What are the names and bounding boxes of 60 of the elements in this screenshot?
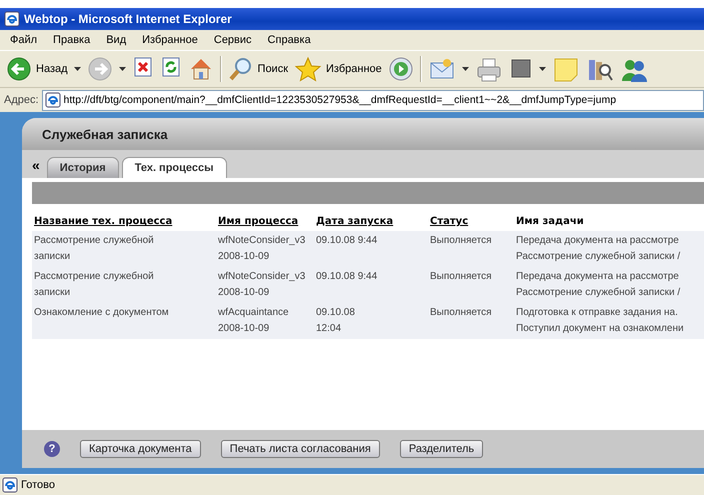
dropdown-arrow-icon[interactable] bbox=[462, 67, 469, 71]
panel-title: Служебная записка bbox=[42, 126, 168, 142]
table-cell-text: 09.10.08 9:44 bbox=[316, 234, 378, 248]
column-header[interactable]: Статус bbox=[428, 214, 514, 231]
table-cell-text: wfNoteConsider_v3 bbox=[218, 234, 306, 248]
table-cell-text: 12:04 bbox=[316, 322, 342, 336]
table-cell-text: Рассмотрение служебной bbox=[34, 270, 155, 284]
menu-item[interactable]: Файл bbox=[2, 34, 46, 46]
table-cell-text: wfAcquaintance bbox=[218, 306, 290, 320]
star-button[interactable]: Избранное bbox=[294, 56, 382, 82]
printer-icon[interactable] bbox=[474, 56, 503, 82]
menu-item[interactable]: Правка bbox=[45, 34, 98, 46]
address-text: http://dft/btg/component/main?__dmfClientId=1223530527953&__dmfRequestId=__client1~~2&__dmfJumpType=jump bbox=[64, 94, 616, 106]
menu-item[interactable]: Вид bbox=[98, 34, 134, 46]
table-cell-text: Выполняется bbox=[430, 234, 492, 248]
table-cell-text: Рассмотрение служебной записки / bbox=[516, 286, 682, 300]
media-icon[interactable] bbox=[388, 56, 414, 82]
search-button[interactable]: Поиск bbox=[228, 56, 288, 82]
table-cell-text: Передача документа на рассмотре bbox=[516, 270, 680, 284]
table-cell-text: Передача документа на рассмотре bbox=[516, 234, 680, 248]
table-cell-text: 2008-10-09 bbox=[218, 286, 270, 300]
column-header: Имя задачи bbox=[514, 214, 704, 231]
dropdown-arrow-icon[interactable] bbox=[538, 67, 546, 71]
action-button[interactable]: Карточка документа bbox=[80, 440, 201, 458]
collapse-button[interactable]: « bbox=[28, 157, 44, 178]
table-cell-text: Подготовка к отправке задания на. bbox=[516, 306, 679, 320]
table-cell-text: 2008-10-09 bbox=[218, 250, 270, 264]
status-text: Готово bbox=[21, 479, 55, 491]
table-cell-text: записки bbox=[34, 250, 72, 264]
page-icon bbox=[44, 92, 61, 108]
table-cell-text: 09.10.08 9:44 bbox=[316, 270, 378, 284]
table-cell-text: Выполняется bbox=[430, 306, 492, 320]
table-cell-text: 09.10.08 bbox=[316, 306, 356, 320]
table-cell-text: 2008-10-09 bbox=[218, 322, 270, 336]
table-cell-text: записки bbox=[34, 286, 72, 300]
address-label: Адрес: bbox=[4, 94, 39, 106]
dropdown-arrow-icon[interactable] bbox=[74, 67, 81, 71]
table-cell-text: Рассмотрение служебной bbox=[34, 234, 155, 248]
tab[interactable]: Тех. процессы bbox=[122, 157, 227, 178]
action-button[interactable]: Разделитель bbox=[400, 440, 484, 458]
browser-icon bbox=[4, 11, 20, 27]
tab[interactable]: История bbox=[46, 157, 119, 178]
back-arrow-button[interactable]: Назад bbox=[6, 56, 68, 82]
page-icon bbox=[2, 477, 18, 493]
menu-item[interactable]: Сервис bbox=[206, 34, 260, 46]
column-header[interactable]: Название тех. процесса bbox=[32, 214, 216, 231]
table-cell-text: Выполняется bbox=[430, 270, 492, 284]
help-button[interactable]: ? bbox=[44, 441, 60, 457]
menu-item[interactable]: Избранное bbox=[134, 34, 206, 46]
table-cell-text: Ознакомление с документом bbox=[34, 306, 170, 320]
dropdown-arrow-icon[interactable] bbox=[118, 67, 126, 71]
window-title: Webtop - Microsoft Internet Explorer bbox=[24, 12, 232, 26]
action-button[interactable]: Печать листа согласования bbox=[220, 440, 380, 458]
column-header[interactable]: Имя процесса bbox=[216, 214, 314, 231]
table-cell-text: Поступил документ на ознакомлени bbox=[516, 322, 685, 336]
table-cell-text: Рассмотрение служебной записки / bbox=[516, 250, 682, 264]
table-cell-text: wfNoteConsider_v3 bbox=[218, 270, 306, 284]
address-field[interactable]: http://dft/btg/component/main?__dmfClientId=1223530527953&__dmfRequestId=__client1~~2&__dmfJumpType=jump bbox=[42, 90, 704, 110]
column-header[interactable]: Дата запуска bbox=[314, 214, 428, 231]
menu-item[interactable]: Справка bbox=[260, 34, 319, 46]
